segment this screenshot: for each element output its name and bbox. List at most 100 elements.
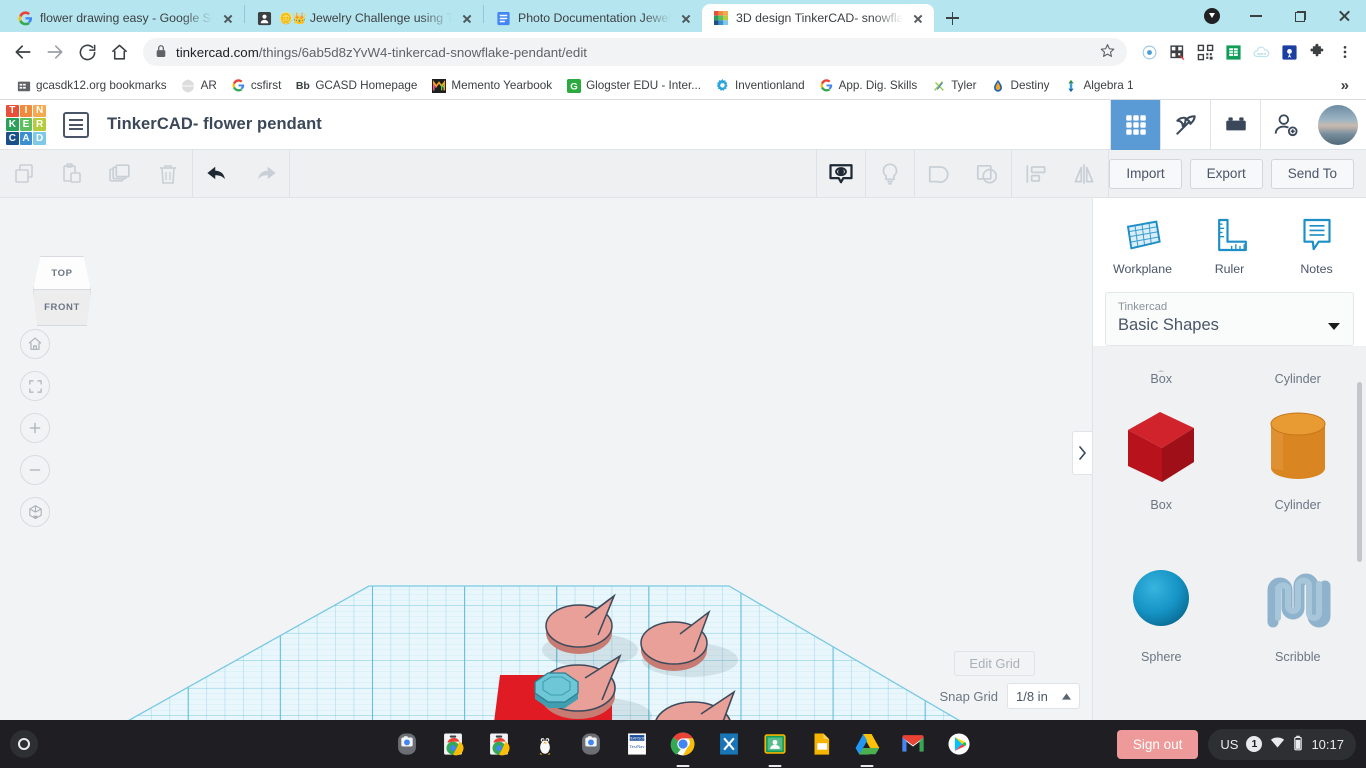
bookmark-item[interactable]: Inventionland xyxy=(708,76,812,95)
google-classroom-icon[interactable] xyxy=(760,729,790,759)
launcher-icon[interactable] xyxy=(10,730,38,758)
bookmark-item[interactable]: G Glogster EDU - Inter... xyxy=(559,76,708,95)
tinkercad-logo-icon[interactable]: T I N K E R C A D xyxy=(3,102,49,148)
browser-tab-2[interactable]: Photo Documentation Jewelry C xyxy=(484,4,702,32)
google-drive-icon[interactable] xyxy=(852,729,882,759)
pearson-testnav-icon[interactable]: PEARSON TestNav xyxy=(622,729,652,759)
pickaxe-icon[interactable] xyxy=(1160,99,1210,150)
workplane-viewport[interactable]: Edit Grid Snap Grid 1/8 in xyxy=(0,198,1092,720)
forward-icon[interactable] xyxy=(40,37,70,67)
duplicate-icon[interactable] xyxy=(96,150,144,198)
gmail-icon[interactable] xyxy=(898,729,928,759)
redo-icon[interactable] xyxy=(241,150,289,198)
bookmark-item[interactable]: App. Dig. Skills xyxy=(812,76,925,95)
bookmark-item[interactable]: Memento Yearbook xyxy=(424,76,559,95)
close-icon[interactable] xyxy=(220,10,236,26)
sign-out-button[interactable]: Sign out xyxy=(1116,729,1199,759)
add-person-icon[interactable] xyxy=(1260,99,1310,150)
xello-icon[interactable] xyxy=(714,729,744,759)
home-icon[interactable] xyxy=(104,37,134,67)
close-icon[interactable] xyxy=(1322,0,1366,32)
sheets-extension-icon[interactable] xyxy=(1220,39,1246,65)
ruler-tool[interactable]: Ruler xyxy=(1191,215,1269,276)
play-store-icon[interactable] xyxy=(944,729,974,759)
panel-toggle-button[interactable] xyxy=(1072,431,1092,475)
google-slides-icon[interactable] xyxy=(806,729,836,759)
view-cube-front-face[interactable]: FRONT xyxy=(33,289,91,326)
view-cube-top-face[interactable]: TOP xyxy=(33,256,91,290)
lightbulb-icon[interactable] xyxy=(866,150,914,198)
puzzle-extension-icon[interactable] xyxy=(1304,39,1330,65)
restore-icon[interactable] xyxy=(1278,0,1322,32)
notes-tool[interactable]: Notes xyxy=(1278,215,1356,276)
group-icon[interactable] xyxy=(915,150,963,198)
close-icon[interactable] xyxy=(910,10,926,26)
undo-icon[interactable] xyxy=(193,150,241,198)
view-cube[interactable]: TOP FRONT xyxy=(25,256,99,326)
copy-icon[interactable] xyxy=(0,150,48,198)
send-to-button[interactable]: Send To xyxy=(1270,158,1354,189)
ortho-perspective-icon[interactable] xyxy=(20,497,50,527)
shape-item-scribble[interactable]: Scribble xyxy=(1230,538,1366,690)
system-tray[interactable]: US 1 10:17 xyxy=(1208,728,1356,760)
close-icon[interactable] xyxy=(678,10,694,26)
media-cast-icon[interactable] xyxy=(1136,39,1162,65)
zoom-in-icon[interactable] xyxy=(20,413,50,443)
shape-list[interactable]: Box Cylinder Box Cylinder Sphere Scribbl… xyxy=(1093,346,1366,720)
browser-tab-3-active[interactable]: 3D design TinkerCAD- snowflake xyxy=(702,4,934,32)
chrome-menu-icon[interactable] xyxy=(1332,39,1358,65)
bookmarks-overflow-button[interactable]: » xyxy=(1333,77,1357,94)
export-button[interactable]: Export xyxy=(1189,158,1263,189)
bookmark-item[interactable]: Tyler xyxy=(924,76,983,95)
shape-item-box[interactable]: Box xyxy=(1093,386,1230,538)
browser-tab-0[interactable]: flower drawing easy - Google Sea xyxy=(6,4,244,32)
snap-grid-select[interactable]: 1/8 in xyxy=(1007,683,1080,709)
mirror-icon[interactable] xyxy=(1060,150,1108,198)
new-tab-button[interactable] xyxy=(938,4,966,32)
close-icon[interactable] xyxy=(459,10,475,26)
show-hide-eye-icon[interactable] xyxy=(817,150,865,198)
zoom-out-icon[interactable] xyxy=(20,455,50,485)
align-icon[interactable] xyxy=(1012,150,1060,198)
workplane-tool[interactable]: Workplane xyxy=(1104,215,1182,276)
chrome-browser-icon[interactable] xyxy=(668,729,698,759)
bookmark-item[interactable]: gcasdk12.org bookmarks xyxy=(9,76,174,95)
camera-app-2-icon[interactable] xyxy=(576,729,606,759)
shape-list-scrollbar[interactable] xyxy=(1357,382,1362,562)
bookmark-item[interactable]: Destiny xyxy=(984,76,1057,95)
qr-code-icon[interactable] xyxy=(1192,39,1218,65)
project-list-icon[interactable] xyxy=(63,111,89,138)
qr-scan-icon[interactable] xyxy=(1164,39,1190,65)
minimize-icon[interactable] xyxy=(1234,0,1278,32)
linux-terminal-icon[interactable] xyxy=(530,729,560,759)
fit-view-icon[interactable] xyxy=(20,371,50,401)
camera-app-icon[interactable] xyxy=(392,729,422,759)
bookmark-item[interactable]: csfirst xyxy=(224,76,289,95)
reload-icon[interactable] xyxy=(72,37,102,67)
chevron-down-icon[interactable] xyxy=(1328,323,1340,330)
bookmark-item[interactable]: Algebra 1 xyxy=(1057,76,1141,95)
bookmark-star-icon[interactable] xyxy=(1100,43,1115,61)
edit-grid-button[interactable]: Edit Grid xyxy=(954,651,1035,676)
delete-icon[interactable] xyxy=(144,150,192,198)
shape-item-box-top[interactable]: Box xyxy=(1093,350,1230,386)
paste-icon[interactable] xyxy=(48,150,96,198)
shape-library-select[interactable]: Tinkercad Basic Shapes xyxy=(1105,292,1354,346)
brick-icon[interactable] xyxy=(1210,99,1260,150)
blue-badge-extension-icon[interactable] xyxy=(1276,39,1302,65)
chrome-app-shortcut-2-icon[interactable] xyxy=(484,729,514,759)
import-button[interactable]: Import xyxy=(1109,158,1182,189)
browser-tab-1[interactable]: 🪙👑 Jewelry Challenge using T xyxy=(245,4,483,32)
shape-item-cylinder[interactable]: Cylinder xyxy=(1230,386,1366,538)
shape-item-cylinder-top[interactable]: Cylinder xyxy=(1230,350,1366,386)
download-icon[interactable] xyxy=(1190,0,1234,32)
home-view-icon[interactable] xyxy=(20,329,50,359)
grid-gallery-icon[interactable] xyxy=(1110,99,1160,150)
ungroup-icon[interactable] xyxy=(963,150,1011,198)
avatar[interactable] xyxy=(1318,104,1358,145)
chrome-app-shortcut-1-icon[interactable] xyxy=(438,729,468,759)
back-icon[interactable] xyxy=(8,37,38,67)
bookmark-item[interactable]: AR xyxy=(174,76,224,95)
bookmark-item[interactable]: Bb GCASD Homepage xyxy=(288,76,424,95)
shape-item-sphere[interactable]: Sphere xyxy=(1093,538,1230,690)
